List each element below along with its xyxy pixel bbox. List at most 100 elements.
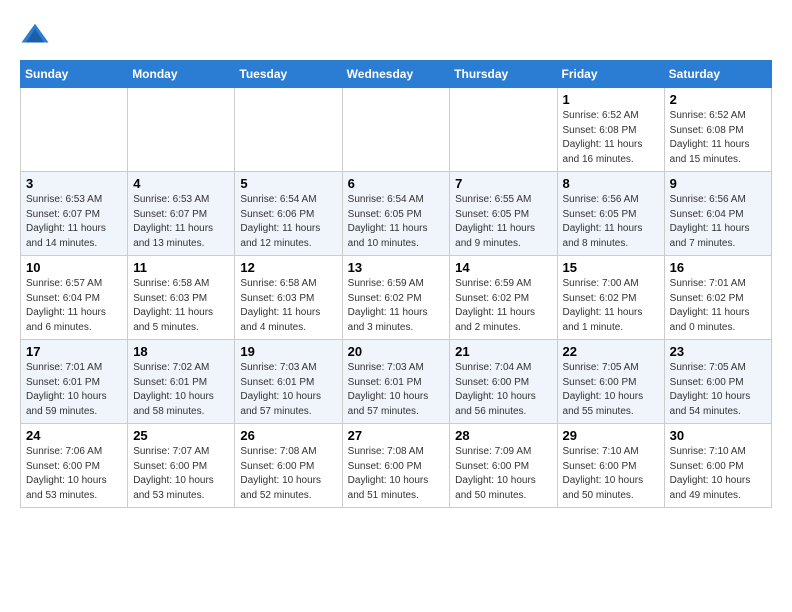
day-info: Sunrise: 6:59 AM Sunset: 6:02 PM Dayligh… [455,277,551,335]
day-number: 1 [563,92,659,107]
day-info: Sunrise: 6:52 AM Sunset: 6:08 PM Dayligh… [563,109,659,167]
day-number: 16 [670,260,766,275]
logo [20,20,56,50]
day-number: 15 [563,260,659,275]
day-number: 28 [455,428,551,443]
calendar-cell: 19 Sunrise: 7:03 AM Sunset: 6:01 PM Dayli… [235,340,342,424]
calendar-cell [342,88,450,172]
page-header [20,20,772,50]
calendar-table: SundayMondayTuesdayWednesdayThursdayFrid… [20,60,772,508]
day-number: 29 [563,428,659,443]
day-number: 2 [670,92,766,107]
day-info: Sunrise: 6:53 AM Sunset: 6:07 PM Dayligh… [26,193,122,251]
calendar-cell: 25Sunrise: 7:07 AM Sunset: 6:00 PM Dayli… [128,424,235,508]
day-info: Sunrise: 7:04 AM Sunset: 6:00 PM Dayligh… [455,361,551,419]
day-number: 7 [455,176,551,191]
day-number: 4 [133,176,229,191]
calendar-header: SundayMondayTuesdayWednesdayThursdayFrid… [21,61,772,88]
calendar-cell: 20 Sunrise: 7:03 AM Sunset: 6:01 PM Dayli… [342,340,450,424]
day-info: Sunrise: 6:52 AM Sunset: 6:08 PM Dayligh… [670,109,766,167]
day-number: 12 [240,260,336,275]
weekday-header-tuesday: Tuesday [235,61,342,88]
day-number: 22 [563,344,659,359]
calendar-cell: 22Sunrise: 7:05 AM Sunset: 6:00 PM Dayli… [557,340,664,424]
calendar-cell: 27Sunrise: 7:08 AM Sunset: 6:00 PM Dayli… [342,424,450,508]
day-number: 30 [670,428,766,443]
weekday-header-saturday: Saturday [664,61,771,88]
day-info: Sunrise: 7:10 AM Sunset: 6:00 PM Dayligh… [670,445,766,503]
calendar-cell: 17 Sunrise: 7:01 AM Sunset: 6:01 PM Dayli… [21,340,128,424]
calendar-week-row: 1 Sunrise: 6:52 AM Sunset: 6:08 PM Daylig… [21,88,772,172]
day-info: Sunrise: 7:01 AM Sunset: 6:01 PM Dayligh… [26,361,122,419]
day-info: Sunrise: 6:56 AM Sunset: 6:04 PM Dayligh… [670,193,766,251]
calendar-cell: 12 Sunrise: 6:58 AM Sunset: 6:03 PM Dayli… [235,256,342,340]
day-number: 5 [240,176,336,191]
day-number: 14 [455,260,551,275]
calendar-cell: 1 Sunrise: 6:52 AM Sunset: 6:08 PM Daylig… [557,88,664,172]
calendar-cell: 15 Sunrise: 7:00 AM Sunset: 6:02 PM Dayli… [557,256,664,340]
calendar-cell: 6Sunrise: 6:54 AM Sunset: 6:05 PM Daylig… [342,172,450,256]
weekday-header-wednesday: Wednesday [342,61,450,88]
day-info: Sunrise: 6:59 AM Sunset: 6:02 PM Dayligh… [348,277,445,335]
day-number: 20 [348,344,445,359]
calendar-cell: 2 Sunrise: 6:52 AM Sunset: 6:08 PM Daylig… [664,88,771,172]
calendar-cell: 16 Sunrise: 7:01 AM Sunset: 6:02 PM Dayli… [664,256,771,340]
day-info: Sunrise: 6:54 AM Sunset: 6:06 PM Dayligh… [240,193,336,251]
day-number: 3 [26,176,122,191]
day-info: Sunrise: 6:58 AM Sunset: 6:03 PM Dayligh… [133,277,229,335]
day-number: 10 [26,260,122,275]
logo-icon [20,20,50,50]
day-info: Sunrise: 7:05 AM Sunset: 6:00 PM Dayligh… [670,361,766,419]
day-info: Sunrise: 7:03 AM Sunset: 6:01 PM Dayligh… [348,361,445,419]
calendar-week-row: 24Sunrise: 7:06 AM Sunset: 6:00 PM Dayli… [21,424,772,508]
day-info: Sunrise: 7:00 AM Sunset: 6:02 PM Dayligh… [563,277,659,335]
calendar-cell: 23 Sunrise: 7:05 AM Sunset: 6:00 PM Dayli… [664,340,771,424]
calendar-cell: 29 Sunrise: 7:10 AM Sunset: 6:00 PM Dayli… [557,424,664,508]
day-number: 19 [240,344,336,359]
day-number: 27 [348,428,445,443]
day-number: 6 [348,176,445,191]
day-number: 21 [455,344,551,359]
day-info: Sunrise: 7:09 AM Sunset: 6:00 PM Dayligh… [455,445,551,503]
day-info: Sunrise: 6:57 AM Sunset: 6:04 PM Dayligh… [26,277,122,335]
calendar-cell: 10 Sunrise: 6:57 AM Sunset: 6:04 PM Dayli… [21,256,128,340]
weekday-header-monday: Monday [128,61,235,88]
day-number: 9 [670,176,766,191]
calendar-cell: 28 Sunrise: 7:09 AM Sunset: 6:00 PM Dayli… [450,424,557,508]
day-info: Sunrise: 7:08 AM Sunset: 6:00 PM Dayligh… [240,445,336,503]
calendar-cell: 5 Sunrise: 6:54 AM Sunset: 6:06 PM Daylig… [235,172,342,256]
day-number: 23 [670,344,766,359]
calendar-cell [235,88,342,172]
day-number: 25 [133,428,229,443]
calendar-cell: 21 Sunrise: 7:04 AM Sunset: 6:00 PM Dayli… [450,340,557,424]
calendar-cell [128,88,235,172]
calendar-cell: 26 Sunrise: 7:08 AM Sunset: 6:00 PM Dayli… [235,424,342,508]
day-number: 8 [563,176,659,191]
calendar-cell: 9 Sunrise: 6:56 AM Sunset: 6:04 PM Daylig… [664,172,771,256]
calendar-cell [450,88,557,172]
weekday-header-friday: Friday [557,61,664,88]
calendar-week-row: 3 Sunrise: 6:53 AM Sunset: 6:07 PM Daylig… [21,172,772,256]
calendar-body: 1 Sunrise: 6:52 AM Sunset: 6:08 PM Daylig… [21,88,772,508]
day-info: Sunrise: 6:58 AM Sunset: 6:03 PM Dayligh… [240,277,336,335]
day-info: Sunrise: 7:10 AM Sunset: 6:00 PM Dayligh… [563,445,659,503]
day-info: Sunrise: 6:56 AM Sunset: 6:05 PM Dayligh… [563,193,659,251]
calendar-cell: 8 Sunrise: 6:56 AM Sunset: 6:05 PM Daylig… [557,172,664,256]
day-number: 26 [240,428,336,443]
calendar-cell [21,88,128,172]
day-number: 13 [348,260,445,275]
day-info: Sunrise: 7:02 AM Sunset: 6:01 PM Dayligh… [133,361,229,419]
calendar-cell: 7 Sunrise: 6:55 AM Sunset: 6:05 PM Daylig… [450,172,557,256]
calendar-cell: 14 Sunrise: 6:59 AM Sunset: 6:02 PM Dayli… [450,256,557,340]
calendar-cell: 13 Sunrise: 6:59 AM Sunset: 6:02 PM Dayli… [342,256,450,340]
day-info: Sunrise: 7:06 AM Sunset: 6:00 PM Dayligh… [26,445,122,503]
day-info: Sunrise: 6:53 AM Sunset: 6:07 PM Dayligh… [133,193,229,251]
day-info: Sunrise: 7:03 AM Sunset: 6:01 PM Dayligh… [240,361,336,419]
day-number: 11 [133,260,229,275]
day-number: 18 [133,344,229,359]
day-info: Sunrise: 6:55 AM Sunset: 6:05 PM Dayligh… [455,193,551,251]
calendar-week-row: 17 Sunrise: 7:01 AM Sunset: 6:01 PM Dayli… [21,340,772,424]
day-number: 17 [26,344,122,359]
day-info: Sunrise: 7:01 AM Sunset: 6:02 PM Dayligh… [670,277,766,335]
weekday-header-sunday: Sunday [21,61,128,88]
